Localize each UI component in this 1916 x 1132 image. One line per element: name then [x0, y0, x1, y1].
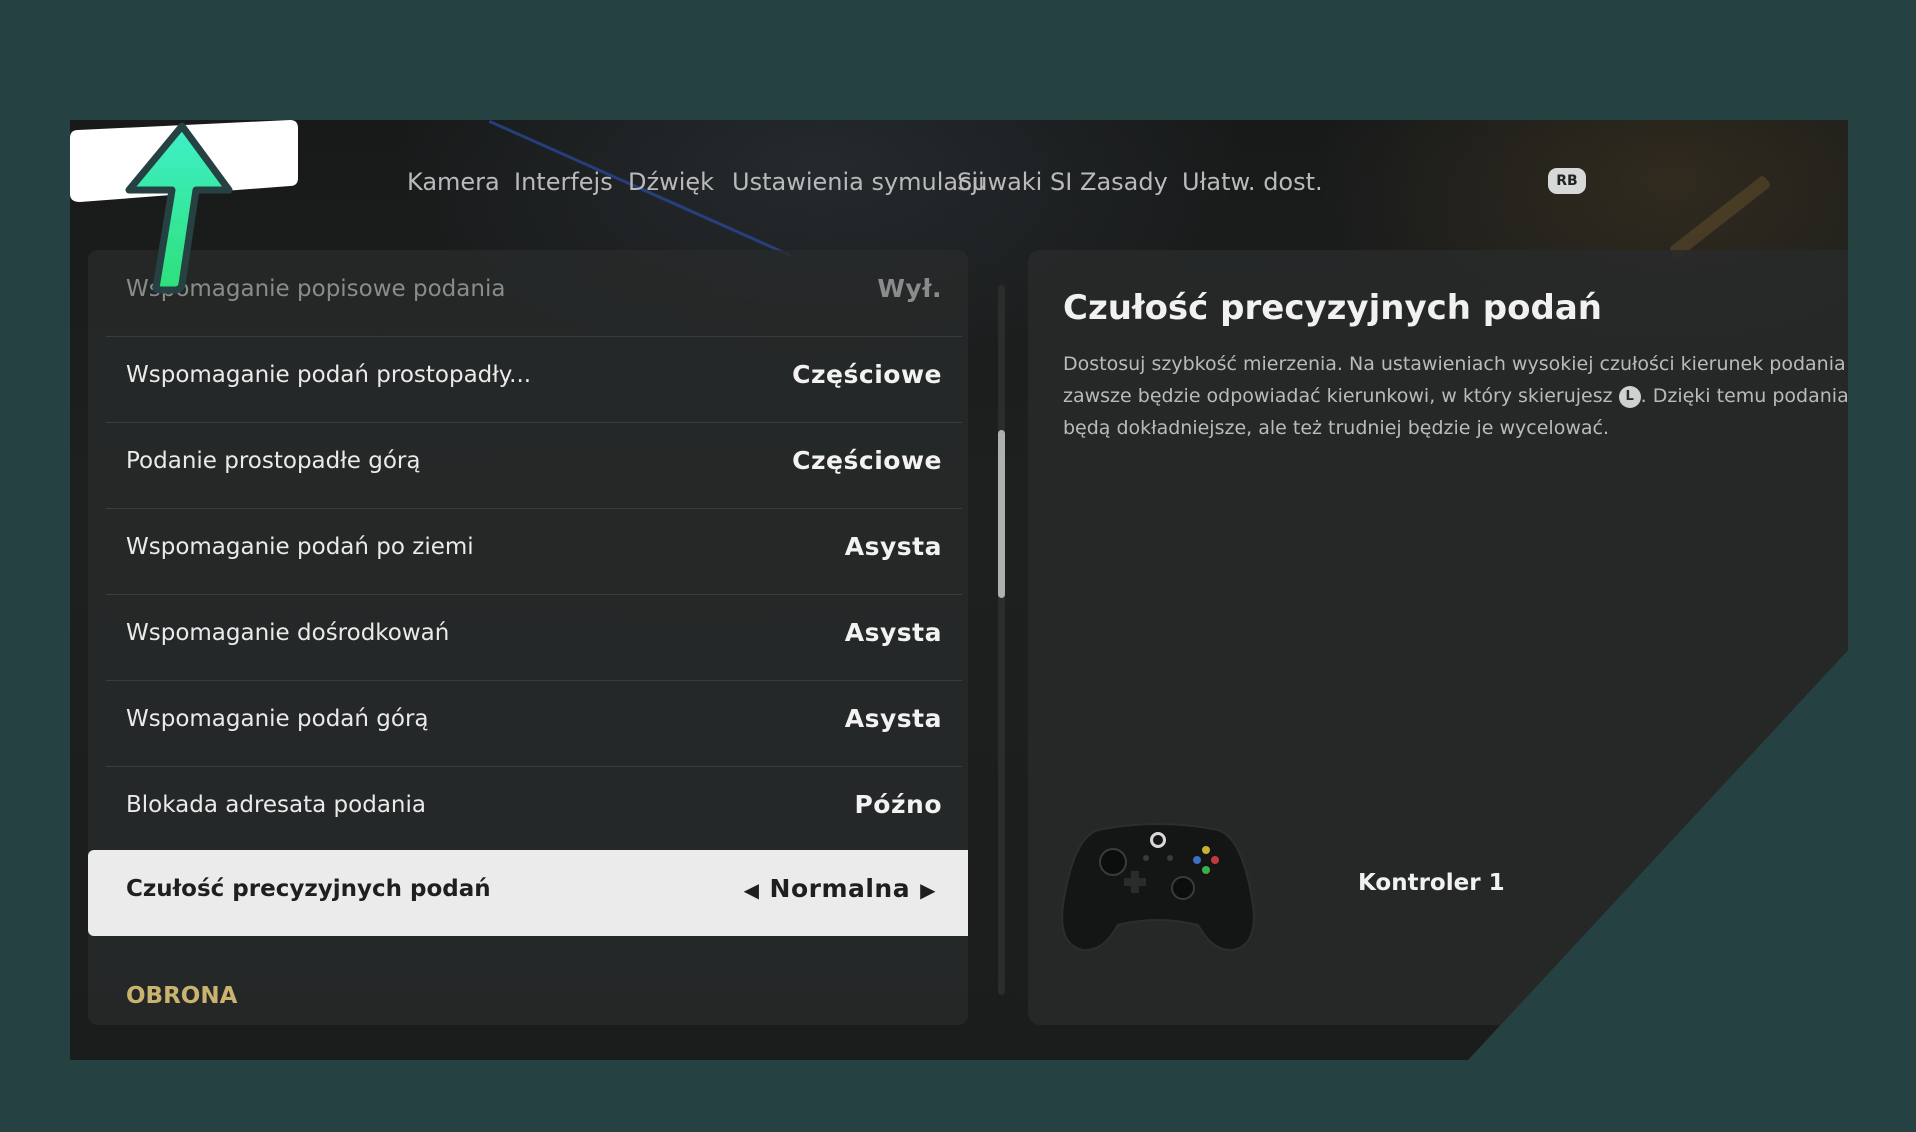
settings-tab-bar: Kamera Interfejs Dźwięk Ustawienia symul…: [70, 120, 1848, 240]
controller-label: Kontroler 1: [1358, 870, 1505, 896]
setting-value: Normalna: [769, 874, 911, 903]
setting-label: Czułość precyzyjnych podań: [126, 876, 491, 902]
triangle-right-icon[interactable]: ▶: [920, 878, 936, 902]
game-settings-screen: Kamera Interfejs Dźwięk Ustawienia symul…: [70, 120, 1848, 1060]
scrollbar-thumb[interactable]: [998, 430, 1005, 598]
setting-row[interactable]: Wspomaganie podań górą Asysta: [106, 680, 962, 767]
xbox-controller-icon: [1061, 823, 1255, 952]
detail-title: Czułość precyzyjnych podań: [1063, 288, 1602, 328]
detail-description: Dostosuj szybkość mierzenia. Na ustawien…: [1063, 348, 1848, 444]
setting-row[interactable]: Wspomaganie podań po ziemi Asysta: [106, 508, 962, 595]
setting-row[interactable]: Blokada adresata podania Późno: [106, 766, 962, 853]
setting-value: Asysta: [844, 618, 942, 647]
setting-value: Częściowe: [792, 360, 942, 389]
setting-label: Wspomaganie podań prostopadły...: [126, 362, 532, 388]
tab-dzwiek[interactable]: Dźwięk: [628, 168, 714, 196]
setting-row[interactable]: Podanie prostopadłe górą Częściowe: [106, 422, 962, 509]
tab-suwaki-si[interactable]: Suwaki SI: [957, 168, 1072, 196]
tab-interfejs[interactable]: Interfejs: [514, 168, 613, 196]
rb-bumper-icon[interactable]: RB: [1548, 168, 1586, 194]
setting-label: Wspomaganie dośrodkowań: [126, 620, 450, 646]
setting-row-selected[interactable]: Czułość precyzyjnych podań ◀ Normalna ▶: [88, 850, 968, 936]
setting-label: Podanie prostopadłe górą: [126, 448, 421, 474]
setting-row[interactable]: Wspomaganie dośrodkowań Asysta: [106, 594, 962, 681]
uptrend-logo-icon: [70, 120, 298, 294]
section-header-obrona: OBRONA: [126, 983, 238, 1009]
scrollbar-track[interactable]: [998, 285, 1005, 995]
tab-zasady[interactable]: Zasady: [1080, 168, 1168, 196]
setting-label: Wspomaganie podań po ziemi: [126, 534, 474, 560]
left-stick-icon: L: [1618, 385, 1641, 408]
setting-value: Wył.: [877, 274, 942, 303]
setting-value: Częściowe: [792, 446, 942, 475]
tab-ulatw-dost[interactable]: Ułatw. dost.: [1182, 168, 1323, 196]
settings-list: Wspomaganie popisowe podania Wył. Wspoma…: [88, 250, 968, 1025]
tab-kamera[interactable]: Kamera: [407, 168, 500, 196]
setting-value: Późno: [854, 790, 942, 819]
setting-label: Wspomaganie podań górą: [126, 706, 429, 732]
tab-ustawienia-symulacji[interactable]: Ustawienia symulacji: [732, 168, 985, 196]
setting-value: Asysta: [844, 704, 942, 733]
setting-detail-panel: Czułość precyzyjnych podań Dostosuj szyb…: [1028, 250, 1848, 1025]
setting-row[interactable]: Wspomaganie podań prostopadły... Częścio…: [106, 336, 962, 423]
setting-label: Blokada adresata podania: [126, 792, 426, 818]
triangle-left-icon[interactable]: ◀: [744, 878, 760, 902]
setting-value-selector[interactable]: ◀ Normalna ▶: [734, 874, 946, 903]
setting-value: Asysta: [844, 532, 942, 561]
